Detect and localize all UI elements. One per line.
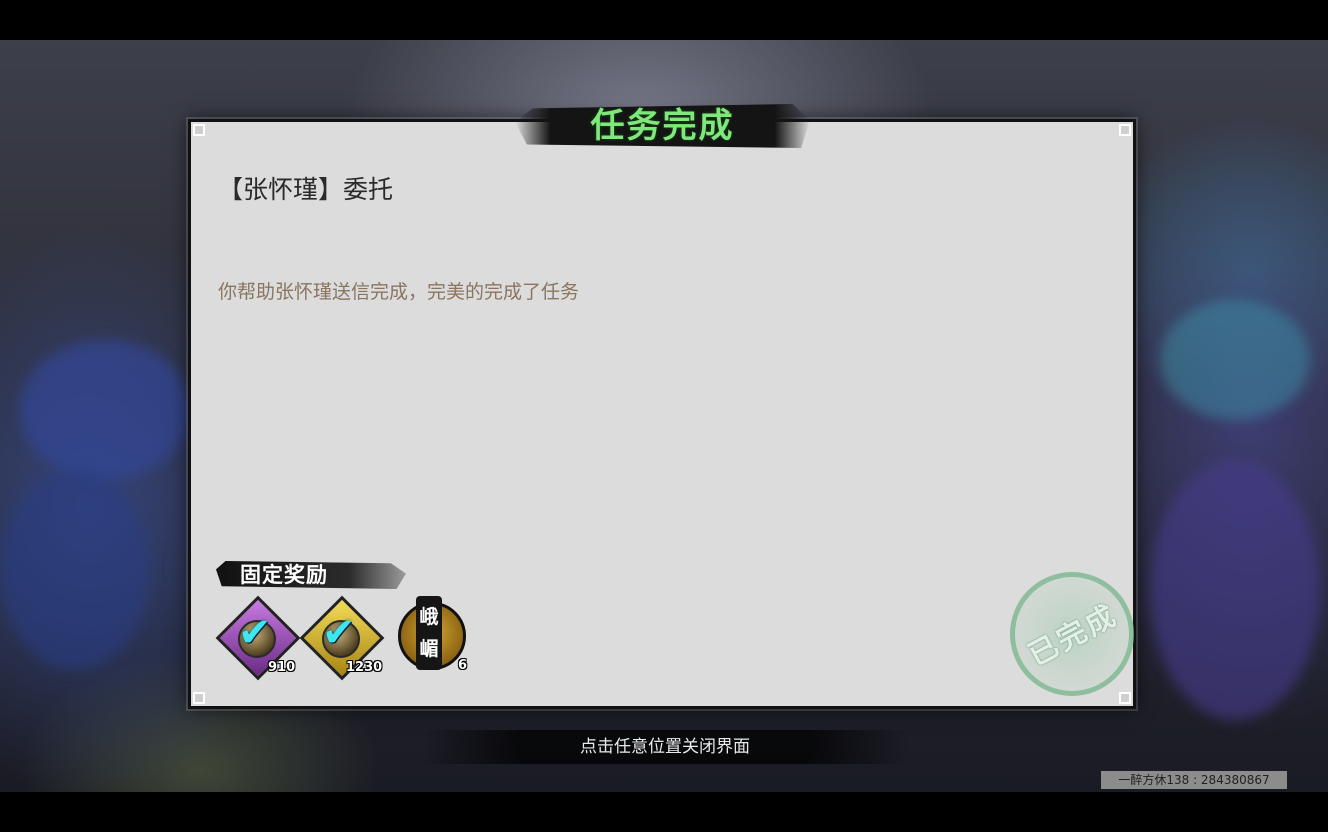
quest-description: 你帮助张怀瑾送信完成，完美的完成了任务: [218, 281, 580, 303]
reward-count: 910: [268, 660, 296, 675]
reward-count: 1230: [346, 660, 383, 675]
close-hint[interactable]: 点击任意位置关闭界面: [420, 730, 910, 764]
quest-name: 【张怀瑾】委托: [218, 175, 394, 204]
reward-item-3[interactable]: 峨 嵋 6: [398, 596, 467, 673]
reward-count: 6: [458, 658, 468, 673]
reward-section-title: 固定奖励: [240, 563, 328, 587]
checkmark-icon: ✔: [322, 610, 356, 656]
checkmark-icon: ✔: [238, 610, 272, 656]
reward-item-2[interactable]: ✔ 1230: [299, 595, 385, 681]
reward-item-1[interactable]: ✔ 910: [215, 595, 301, 681]
sect-glyph-bottom: 嵋: [419, 638, 439, 660]
watermark: 一醉方休138 : 284380867: [1101, 771, 1287, 789]
dialog-title: 任务完成: [590, 106, 735, 146]
sect-glyph-top: 峨: [419, 606, 439, 628]
